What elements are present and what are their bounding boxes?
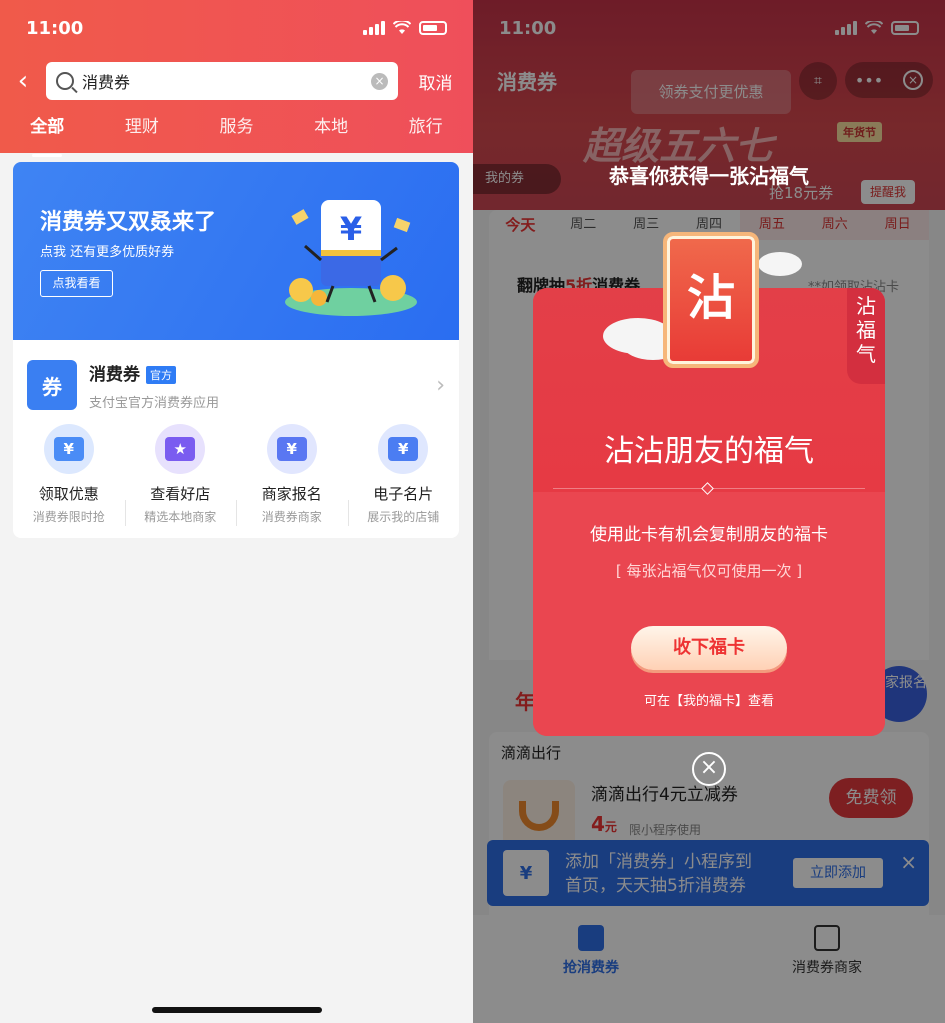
app-name-text: 消费券 (89, 364, 140, 385)
search-input[interactable]: 消费券 × (46, 62, 398, 100)
tab-all[interactable]: 全部 (30, 112, 64, 157)
category-tabs: 全部 理财 服务 本地 旅行 (0, 112, 473, 157)
congrats-text: 恭喜你获得一张沾福气 (609, 164, 809, 188)
action-sub: 消费券商家 (261, 510, 322, 524)
tab-finance[interactable]: 理财 (125, 112, 159, 145)
status-bar: 11:00 (0, 0, 473, 56)
ticket-glyph: ¥ (53, 437, 84, 461)
coupon-app-logo: 券 (27, 360, 77, 410)
action-label: 查看好店 (150, 485, 211, 503)
svg-text:¥: ¥ (340, 210, 362, 248)
search-row: ‹ 消费券 × 取消 (0, 62, 473, 100)
banner-title: 消费券又双叒来了 (40, 210, 217, 235)
status-time: 11:00 (26, 17, 84, 39)
action-label: 商家报名 (261, 485, 322, 503)
chevron-right-icon: › (436, 372, 445, 398)
action-claim-discount[interactable]: ¥ 领取优惠 消费券限时抢 (13, 424, 125, 525)
lucky-card-icon: 沾 (663, 232, 759, 368)
app-info: 消费券 官方 支付宝官方消费券应用 (89, 360, 436, 411)
modal-title: 沾沾朋友的福气 (604, 434, 814, 469)
signup-ticket-icon: ¥ (266, 424, 317, 474)
result-card: 消费券又双叒来了 点我 还有更多优质好券 点我看看 ¥ 券 消费券 官方 支付宝官… (13, 162, 459, 538)
lucky-tag: 沾福气 (847, 288, 885, 384)
action-merchant-signup[interactable]: ¥ 商家报名 消费券商家 (236, 424, 348, 526)
storefront-icon: ¥ (378, 424, 429, 474)
close-modal-icon[interactable]: × (692, 752, 726, 786)
view-hint: 可在【我的福卡】查看 (643, 694, 774, 709)
promo-banner[interactable]: 消费券又双叒来了 点我 还有更多优质好券 点我看看 ¥ (13, 162, 459, 340)
wifi-icon (393, 21, 411, 34)
home-indicator[interactable] (152, 1007, 322, 1013)
left-screen: 11:00 ‹ 消费券 × 取消 全部 理财 服务 本地 旅行 消费券又双叒来了… (0, 0, 473, 1023)
app-desc: 支付宝官方消费券应用 (89, 395, 220, 411)
app-name: 消费券 官方 (89, 360, 436, 385)
clear-icon[interactable]: × (371, 72, 388, 90)
action-sub: 消费券限时抢 (32, 510, 105, 524)
modal-desc: 使用此卡有机会复制朋友的福卡 (590, 525, 828, 545)
action-business-card[interactable]: ¥ 电子名片 展示我的店铺 (347, 424, 460, 526)
shop-glyph: ★ (165, 437, 196, 461)
storefront-glyph: ¥ (388, 437, 419, 461)
action-label: 电子名片 (373, 485, 434, 503)
chevron-left-icon[interactable]: ‹ (0, 66, 46, 96)
quick-actions: ¥ 领取优惠 消费券限时抢 ★ 查看好店 精选本地商家 ¥ 商家报名 消费券商家… (13, 424, 460, 526)
tab-local[interactable]: 本地 (314, 112, 348, 145)
signal-icon (363, 21, 385, 35)
banner-subtitle: 点我 还有更多优质好券 (40, 245, 175, 260)
banner-button[interactable]: 点我看看 (40, 270, 113, 297)
action-label: 领取优惠 (38, 485, 99, 503)
signup-glyph: ¥ (276, 437, 307, 461)
search-query[interactable]: 消费券 (82, 69, 371, 93)
cancel-button[interactable]: 取消 (398, 69, 473, 94)
lucky-card-char: 沾 (686, 270, 735, 326)
action-sub: 展示我的店铺 (367, 510, 440, 524)
right-screen: 领券支付更优惠 超级五六七 年货节 11:00 消费券 ⌗ ••• × 我的券 … (473, 0, 945, 1023)
accept-card-button[interactable]: 收下福卡 (631, 626, 787, 670)
modal-note: [ 每张沾福气仅可使用一次 ] (615, 562, 803, 580)
tab-travel[interactable]: 旅行 (409, 112, 443, 145)
action-view-shops[interactable]: ★ 查看好店 精选本地商家 (124, 424, 237, 526)
coupon-mascot-icon: ¥ (285, 200, 417, 316)
battery-icon (419, 21, 447, 35)
cloud-icon (758, 252, 802, 276)
app-entry[interactable]: 券 消费券 官方 支付宝官方消费券应用 › (27, 358, 445, 412)
official-badge: 官方 (146, 365, 176, 384)
shop-icon: ★ (155, 424, 206, 474)
action-sub: 精选本地商家 (144, 510, 217, 524)
tab-service[interactable]: 服务 (219, 112, 253, 145)
ticket-icon: ¥ (43, 424, 94, 474)
search-icon (56, 72, 74, 90)
